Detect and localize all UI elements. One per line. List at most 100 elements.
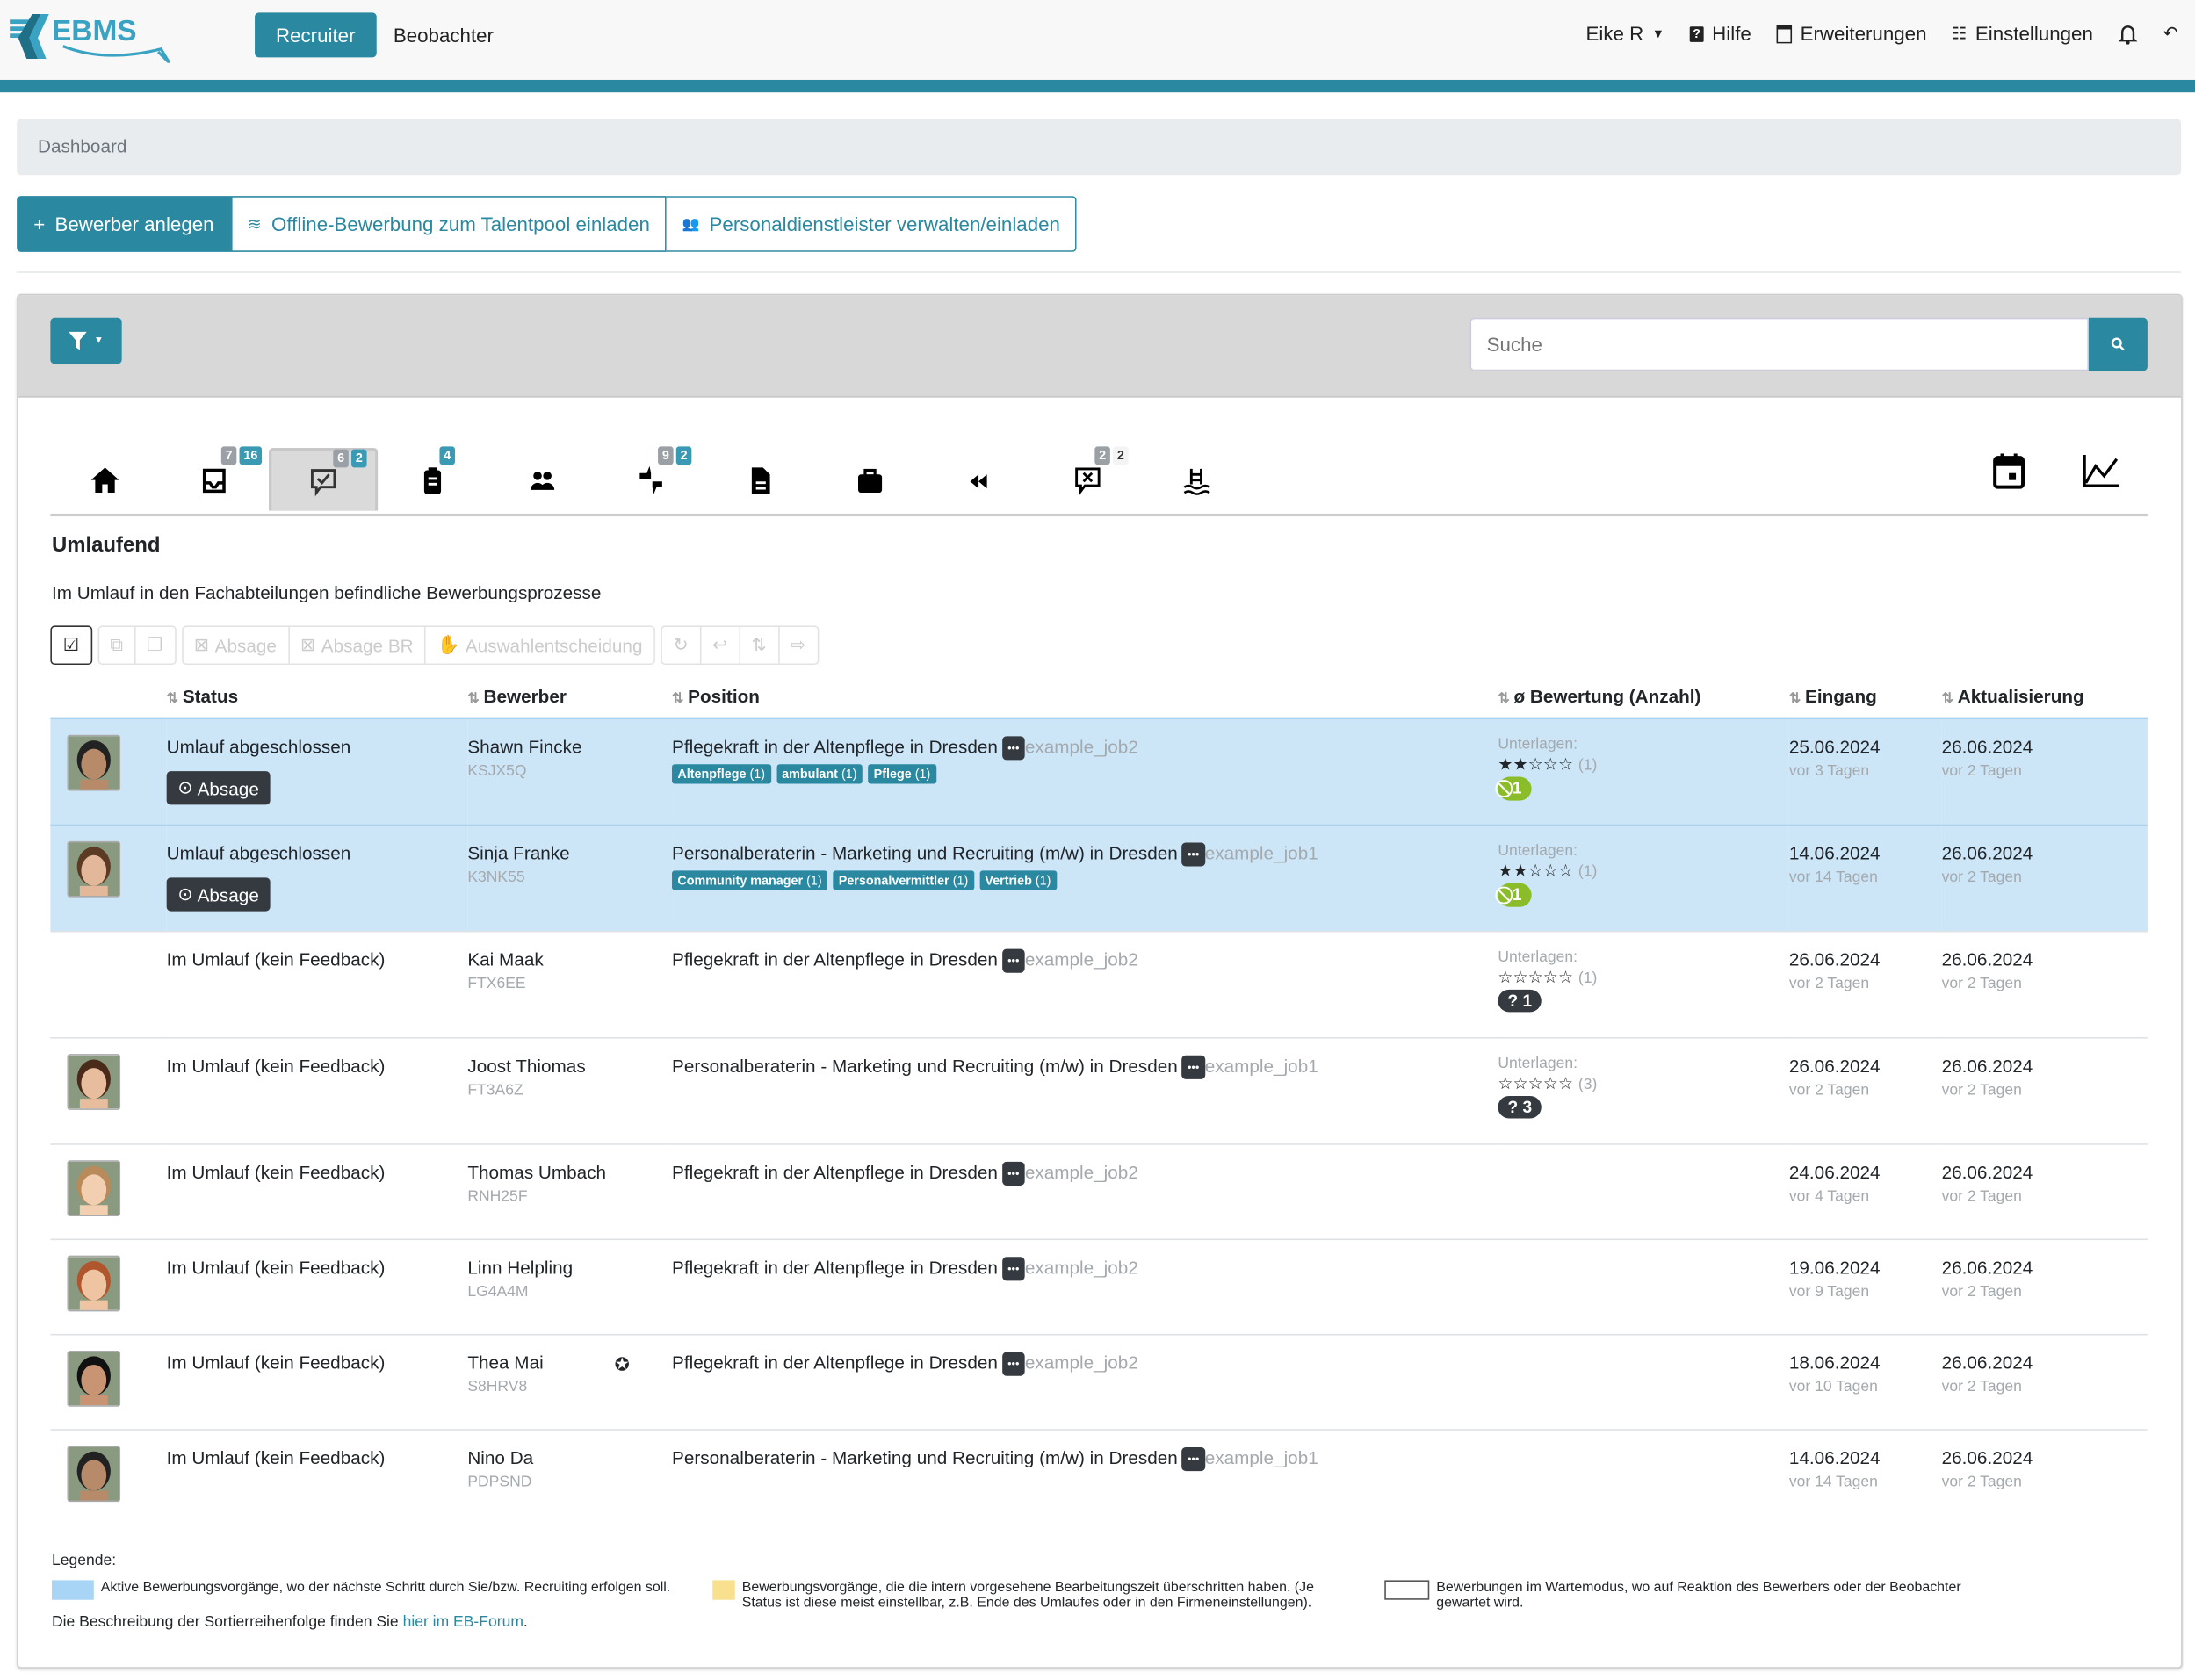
reject-button[interactable]: ⊠ Absage xyxy=(183,627,290,664)
avatar[interactable] xyxy=(67,1351,121,1407)
applicant-name[interactable]: Thea Mai xyxy=(467,1352,672,1374)
applicant-name[interactable]: Linn Helpling xyxy=(467,1257,672,1278)
col-received-label: Eingang xyxy=(1805,685,1877,707)
more-icon[interactable]: ••• xyxy=(1001,1161,1025,1186)
applicant-name[interactable]: Nino Da xyxy=(467,1447,672,1468)
avatar[interactable] xyxy=(67,734,121,791)
table-row[interactable]: Im Umlauf (kein Feedback) Kai Maak FTX6EE P… xyxy=(50,930,2148,1038)
col-received[interactable]: ⇅ Eingang xyxy=(1789,674,1942,719)
ebms-logo[interactable]: EBMS xyxy=(7,7,175,63)
reject-br-button[interactable]: ⊠ Absage BR xyxy=(289,627,426,664)
table-row[interactable]: Im Umlauf (kein Feedback) Thomas Umbach RN… xyxy=(50,1143,2148,1240)
position-title[interactable]: Pflegekraft in der Altenpflege in Dresde… xyxy=(672,949,998,970)
invite-talentpool-button[interactable]: ≋ Offline-Bewerbung zum Talentpool einlad… xyxy=(230,196,667,252)
feedback-pill[interactable]: ⃠ 1 xyxy=(1498,883,1532,907)
table-row[interactable]: Im Umlauf (kein Feedback) Linn Helpling LG… xyxy=(50,1238,2148,1335)
tab-inbox[interactable]: 7 16 xyxy=(160,446,269,511)
tab-comment-x[interactable]: 22 xyxy=(1033,446,1142,511)
feedback-pill[interactable]: ? 1 xyxy=(1498,989,1542,1013)
skill-tag[interactable]: Personalvermittler (1) xyxy=(833,870,974,890)
more-icon[interactable]: ••• xyxy=(1001,1257,1025,1281)
calendar-view-button[interactable] xyxy=(1992,453,2025,496)
select-visible-button[interactable]: ⧉ xyxy=(99,627,136,664)
copy-button[interactable]: ❐ xyxy=(136,627,175,663)
statistics-button[interactable] xyxy=(2082,454,2121,495)
more-icon[interactable]: ••• xyxy=(1181,1447,1205,1472)
search-input[interactable] xyxy=(1469,317,2089,371)
table-row[interactable]: Im Umlauf (kein Feedback) Thea Mai S8HRV8 ✪… xyxy=(50,1333,2148,1431)
selection-decision-button[interactable]: ✋ Auswahlentscheidung xyxy=(426,627,653,663)
applicant-name[interactable]: Shawn Fincke xyxy=(467,736,672,757)
skill-tag[interactable]: Vertrieb (1) xyxy=(979,870,1057,890)
feedback-pill[interactable]: ? 3 xyxy=(1498,1095,1542,1119)
applicant-name[interactable]: Thomas Umbach xyxy=(467,1162,672,1183)
nav-recruiter[interactable]: Recruiter xyxy=(255,12,377,58)
more-icon[interactable]: ••• xyxy=(1001,736,1025,761)
avatar[interactable] xyxy=(67,840,121,898)
table-row[interactable]: Umlauf abgeschlossen ⊙ Absage Shawn Fincke K… xyxy=(50,717,2148,826)
col-rating[interactable]: ⇅ ø Bewertung (Anzahl) xyxy=(1498,674,1789,719)
position-title[interactable]: Pflegekraft in der Altenpflege in Dresde… xyxy=(672,1352,998,1374)
avatar[interactable] xyxy=(67,1446,121,1503)
tab-document[interactable] xyxy=(705,448,814,511)
position-title[interactable]: Personalberaterin - Marketing und Recrui… xyxy=(672,1447,1178,1468)
logout-button[interactable]: ↶ xyxy=(2163,23,2178,46)
col-status[interactable]: ⇅ Status xyxy=(167,674,468,719)
settings-link[interactable]: ☷ Einstellungen xyxy=(1952,23,2093,46)
skill-tag[interactable]: Community manager (1) xyxy=(672,870,828,890)
refresh-button[interactable]: ↻ xyxy=(662,627,702,664)
filter-button[interactable]: ▼ xyxy=(50,317,122,364)
legend-swatch xyxy=(1384,1580,1430,1600)
add-applicant-button[interactable]: + Bewerber anlegen xyxy=(17,196,231,252)
more-icon[interactable]: ••• xyxy=(1001,948,1025,973)
tab-users[interactable] xyxy=(487,448,596,511)
reject-action-button[interactable]: ⊙ Absage xyxy=(166,771,271,805)
avatar[interactable] xyxy=(67,1054,121,1110)
table-row[interactable]: Im Umlauf (kein Feedback) Nino Da PDPSND Pe… xyxy=(50,1429,2148,1525)
skill-tag[interactable]: Altenpflege (1) xyxy=(672,764,771,784)
applicant-name[interactable]: Joost Thiomas xyxy=(467,1056,672,1077)
transfer-button[interactable]: ⇅ xyxy=(740,627,780,664)
select-all-button[interactable]: ☑ xyxy=(50,625,92,666)
position-title[interactable]: Personalberaterin - Marketing und Recrui… xyxy=(672,842,1178,863)
applicant-name[interactable]: Kai Maak xyxy=(467,949,672,970)
user-menu[interactable]: Eike R ▼ xyxy=(1585,23,1664,46)
more-icon[interactable]: ••• xyxy=(1181,842,1205,867)
tab-pool[interactable] xyxy=(1143,448,1252,511)
help-link[interactable]: ? Hilfe xyxy=(1689,23,1751,45)
favorite-star-icon[interactable]: ✪ xyxy=(615,1353,630,1376)
tab-thumbs[interactable]: 92 xyxy=(596,446,705,511)
extensions-link[interactable]: Erweiterungen xyxy=(1776,23,1926,45)
notifications-button[interactable] xyxy=(2118,23,2138,44)
avatar[interactable] xyxy=(67,1160,121,1217)
tab-clipboard[interactable]: 4 xyxy=(378,446,487,511)
skill-tag[interactable]: ambulant (1) xyxy=(776,764,863,784)
tab-comment-check[interactable]: 62 xyxy=(269,448,379,511)
avatar[interactable] xyxy=(67,1255,121,1312)
tab-rewind[interactable] xyxy=(924,448,1033,511)
table-row[interactable]: Umlauf abgeschlossen ⊙ Absage Sinja Franke K… xyxy=(50,824,2148,932)
tab-home[interactable] xyxy=(50,448,159,511)
manage-agencies-button[interactable]: 👥 Personaldienstleister verwalten/einlade… xyxy=(666,196,1078,252)
reject-action-button[interactable]: ⊙ Absage xyxy=(166,877,271,912)
table-row[interactable]: Im Umlauf (kein Feedback) Joost Thiomas FT… xyxy=(50,1037,2148,1144)
breadcrumb-item[interactable]: Dashboard xyxy=(38,136,126,157)
applicant-name[interactable]: Sinja Franke xyxy=(467,842,672,863)
position-title[interactable]: Pflegekraft in der Altenpflege in Dresde… xyxy=(672,1162,998,1183)
col-position[interactable]: ⇅ Position xyxy=(672,674,1498,719)
forum-link[interactable]: hier im EB-Forum xyxy=(403,1614,523,1631)
more-icon[interactable]: ••• xyxy=(1001,1352,1025,1376)
reply-button[interactable]: ↩ xyxy=(701,627,740,664)
position-title[interactable]: Personalberaterin - Marketing und Recrui… xyxy=(672,1056,1178,1077)
feedback-pill[interactable]: ⃠ 1 xyxy=(1498,776,1532,801)
search-button[interactable] xyxy=(2088,317,2148,371)
position-title[interactable]: Pflegekraft in der Altenpflege in Dresde… xyxy=(672,1257,998,1278)
col-updated[interactable]: ⇅ Aktualisierung xyxy=(1942,674,2148,719)
position-title[interactable]: Pflegekraft in der Altenpflege in Dresde… xyxy=(672,736,998,757)
more-icon[interactable]: ••• xyxy=(1181,1055,1205,1079)
tab-briefcase[interactable] xyxy=(815,448,924,511)
forward-button[interactable]: ⇨ xyxy=(779,627,817,663)
col-applicant[interactable]: ⇅ Bewerber xyxy=(467,674,672,719)
nav-beobachter[interactable]: Beobachter xyxy=(372,12,515,57)
skill-tag[interactable]: Pflege (1) xyxy=(868,764,936,784)
